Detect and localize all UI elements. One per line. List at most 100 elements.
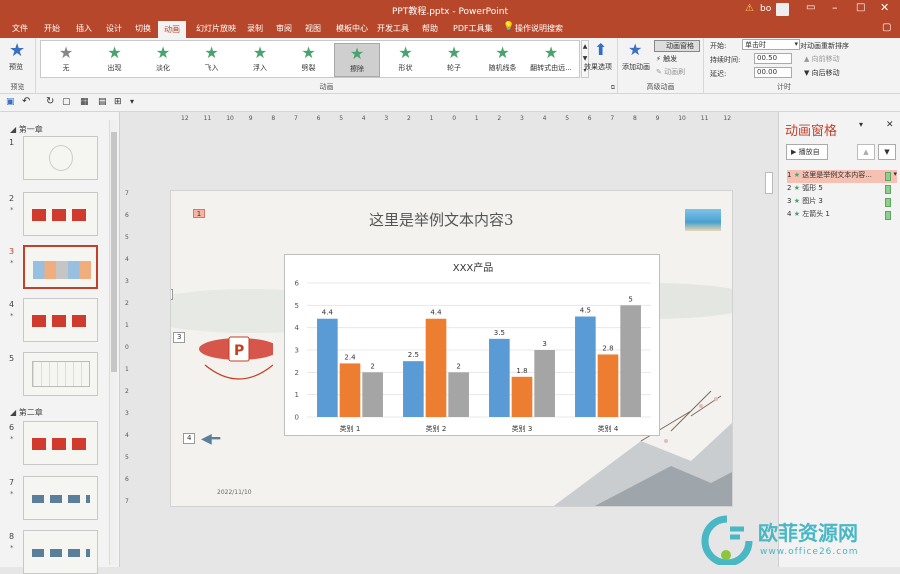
slideshow-icon[interactable]: ▢ xyxy=(62,97,71,107)
ribbon-display-icon[interactable]: ▭ xyxy=(806,2,815,13)
redo-icon[interactable]: ↻ xyxy=(46,96,54,107)
customize-qat-icon[interactable]: ▾ xyxy=(130,97,134,106)
maximize-icon[interactable]: □ xyxy=(856,2,865,13)
section-1[interactable]: ◢ 第一章 xyxy=(10,124,43,135)
beach-image[interactable] xyxy=(685,209,721,231)
minimize-icon[interactable]: – xyxy=(832,1,838,14)
timeline-bar xyxy=(885,185,891,194)
slide-thumbnail[interactable] xyxy=(23,136,98,180)
tab-11[interactable]: 开发工具 xyxy=(377,23,409,34)
lightbulb-icon[interactable]: 💡 xyxy=(503,22,514,32)
tab-3[interactable]: 设计 xyxy=(106,23,122,34)
editor-scroll-thumb[interactable] xyxy=(765,172,773,194)
slide-thumbnail[interactable] xyxy=(23,192,98,236)
move-later-button[interactable]: ▼ 向后移动 xyxy=(804,68,840,78)
slide-thumbnail[interactable] xyxy=(23,245,98,289)
animation-option-label: 随机线条 xyxy=(488,64,517,72)
animation-painter-button[interactable]: ✎ 动画刷 xyxy=(656,67,685,77)
tab-0[interactable]: 文件 xyxy=(12,23,28,34)
play-from-button[interactable]: ▶ 播放自 xyxy=(786,144,828,160)
ruler-tick-label: 3 xyxy=(520,115,524,122)
animation-option-4[interactable]: ★ 浮入 xyxy=(237,43,283,77)
animation-item[interactable]: 1 ★ 这里是举例文本内容... ▾ xyxy=(787,170,897,183)
slides-scrollbar[interactable] xyxy=(109,120,117,565)
tab-12[interactable]: 帮助 xyxy=(422,23,438,34)
animation-pane-button[interactable]: 动画窗格 xyxy=(654,40,700,52)
warning-icon[interactable]: ⚠ xyxy=(745,3,754,14)
bar xyxy=(339,363,361,417)
thumbnail-content xyxy=(32,495,90,503)
slide-title[interactable]: 这里是举例文本内容3 xyxy=(369,209,514,230)
section-1-label: 第一章 xyxy=(18,125,43,134)
save-icon[interactable]: ▣ xyxy=(6,97,15,107)
tab-9[interactable]: 视图 xyxy=(305,23,321,34)
animation-option-2[interactable]: ★ 淡化 xyxy=(140,43,186,77)
anim-tag-1[interactable]: 1 xyxy=(193,209,205,218)
animation-option-5[interactable]: ★ 劈裂 xyxy=(286,43,332,77)
gallery-scroll[interactable]: ▲ ▼ ▾ xyxy=(581,40,589,78)
add-animation-icon[interactable]: ★ xyxy=(628,40,642,59)
move-up-button[interactable]: ▲ xyxy=(857,144,875,160)
slide-thumbnail[interactable] xyxy=(23,476,98,520)
animation-item[interactable]: 4 ★ 左箭头 1 xyxy=(787,209,897,222)
tab-2[interactable]: 插入 xyxy=(76,23,92,34)
ruler-tick-label: 6 xyxy=(587,115,592,122)
move-earlier-button[interactable]: ▲ 向前移动 xyxy=(804,54,840,64)
animation-item[interactable]: 3 ★ 图片 3 xyxy=(787,196,897,209)
slide-thumbnail[interactable] xyxy=(23,421,98,465)
tab-10[interactable]: 模板中心 xyxy=(336,23,368,34)
scroll-thumb[interactable] xyxy=(111,132,117,372)
slide-canvas[interactable]: 这里是举例文本内容3 1 2 3 4 P ◀━ 2022/11/10 XXX产品… xyxy=(170,190,733,507)
bar-chart[interactable]: XXX产品 0 1 2 3 4 5 6 4.4 2.4 2 类别 1 2.5 4.4 2 类别 2 3.5 1.8… xyxy=(284,254,660,436)
tab-13[interactable]: PDF工具集 xyxy=(453,23,493,34)
animation-option-0[interactable]: ★ 无 xyxy=(43,43,89,77)
preview-star-icon[interactable]: ★ xyxy=(9,40,25,61)
user-name[interactable]: bo xyxy=(760,4,771,14)
preview-button[interactable]: 预览 xyxy=(9,62,23,72)
start-select[interactable]: 单击时 ▾ xyxy=(742,39,800,50)
comments-icon[interactable]: ▢ xyxy=(882,22,891,33)
effect-options-arrow-icon[interactable]: ⬆ xyxy=(594,40,607,59)
animation-gallery: ★ 无 ★ 出现 ★ 淡化 ★ 飞入 ★ 浮入 ★ 劈裂 ★ 擦除 ★ 形状 ★ 轮子 ★ 随机线条 ★ 翻转式由远... xyxy=(40,40,580,78)
anim-tag-2[interactable]: 2 xyxy=(171,289,174,300)
left-arrow-shape[interactable]: ◀━ xyxy=(201,431,220,447)
move-down-button[interactable]: ▼ xyxy=(878,144,896,160)
avatar[interactable] xyxy=(776,3,789,16)
slide-thumbnail[interactable] xyxy=(23,352,98,396)
tab-1[interactable]: 开始 xyxy=(44,23,60,34)
duration-input[interactable]: 00.50 xyxy=(754,53,792,64)
section-2[interactable]: ◢ 第二章 xyxy=(10,407,43,418)
pane-close-icon[interactable]: ✕ xyxy=(886,120,894,130)
layout-icon[interactable]: ▤ xyxy=(98,97,107,107)
animation-item[interactable]: 2 ★ 弧形 5 xyxy=(787,183,897,196)
delay-input[interactable]: 00.00 xyxy=(754,67,792,78)
tab-5[interactable]: 动画 xyxy=(158,21,186,38)
effect-options-button[interactable]: 效果选项 xyxy=(584,62,612,72)
dialog-launcher-icon[interactable]: ⧉ xyxy=(611,84,615,92)
close-icon[interactable]: ✕ xyxy=(880,1,889,14)
slide-thumbnail[interactable] xyxy=(23,530,98,574)
tab-4[interactable]: 切换 xyxy=(135,23,151,34)
animation-option-9[interactable]: ★ 随机线条 xyxy=(480,43,526,77)
powerpoint-logo[interactable]: P xyxy=(193,333,273,385)
screenshot-icon[interactable]: ▦ xyxy=(80,97,89,107)
animation-option-1[interactable]: ★ 出现 xyxy=(92,43,138,77)
animation-option-7[interactable]: ★ 形状 xyxy=(383,43,429,77)
add-animation-button[interactable]: 添加动画 xyxy=(622,62,650,72)
animation-option-8[interactable]: ★ 轮子 xyxy=(431,43,477,77)
tab-8[interactable]: 审阅 xyxy=(276,23,292,34)
undo-icon[interactable]: ↶ xyxy=(22,96,30,107)
tab-7[interactable]: 录制 xyxy=(247,23,263,34)
animation-option-3[interactable]: ★ 飞入 xyxy=(189,43,235,77)
animation-option-6[interactable]: ★ 擦除 xyxy=(334,43,380,77)
trigger-button[interactable]: ⚡ 触发 xyxy=(656,54,677,64)
slide-thumbnail[interactable] xyxy=(23,298,98,342)
tab-6[interactable]: 幻灯片放映 xyxy=(196,23,236,34)
pane-options-icon[interactable]: ▾ xyxy=(859,120,863,129)
tab-14[interactable]: 操作说明搜索 xyxy=(515,23,563,34)
animation-option-10[interactable]: ★ 翻转式由远... xyxy=(528,43,574,77)
format-icon[interactable]: ⊞ xyxy=(114,97,122,107)
item-dropdown-icon[interactable]: ▾ xyxy=(893,170,897,178)
anim-tag-4[interactable]: 4 xyxy=(183,433,196,444)
anim-tag-3[interactable]: 3 xyxy=(173,332,186,343)
